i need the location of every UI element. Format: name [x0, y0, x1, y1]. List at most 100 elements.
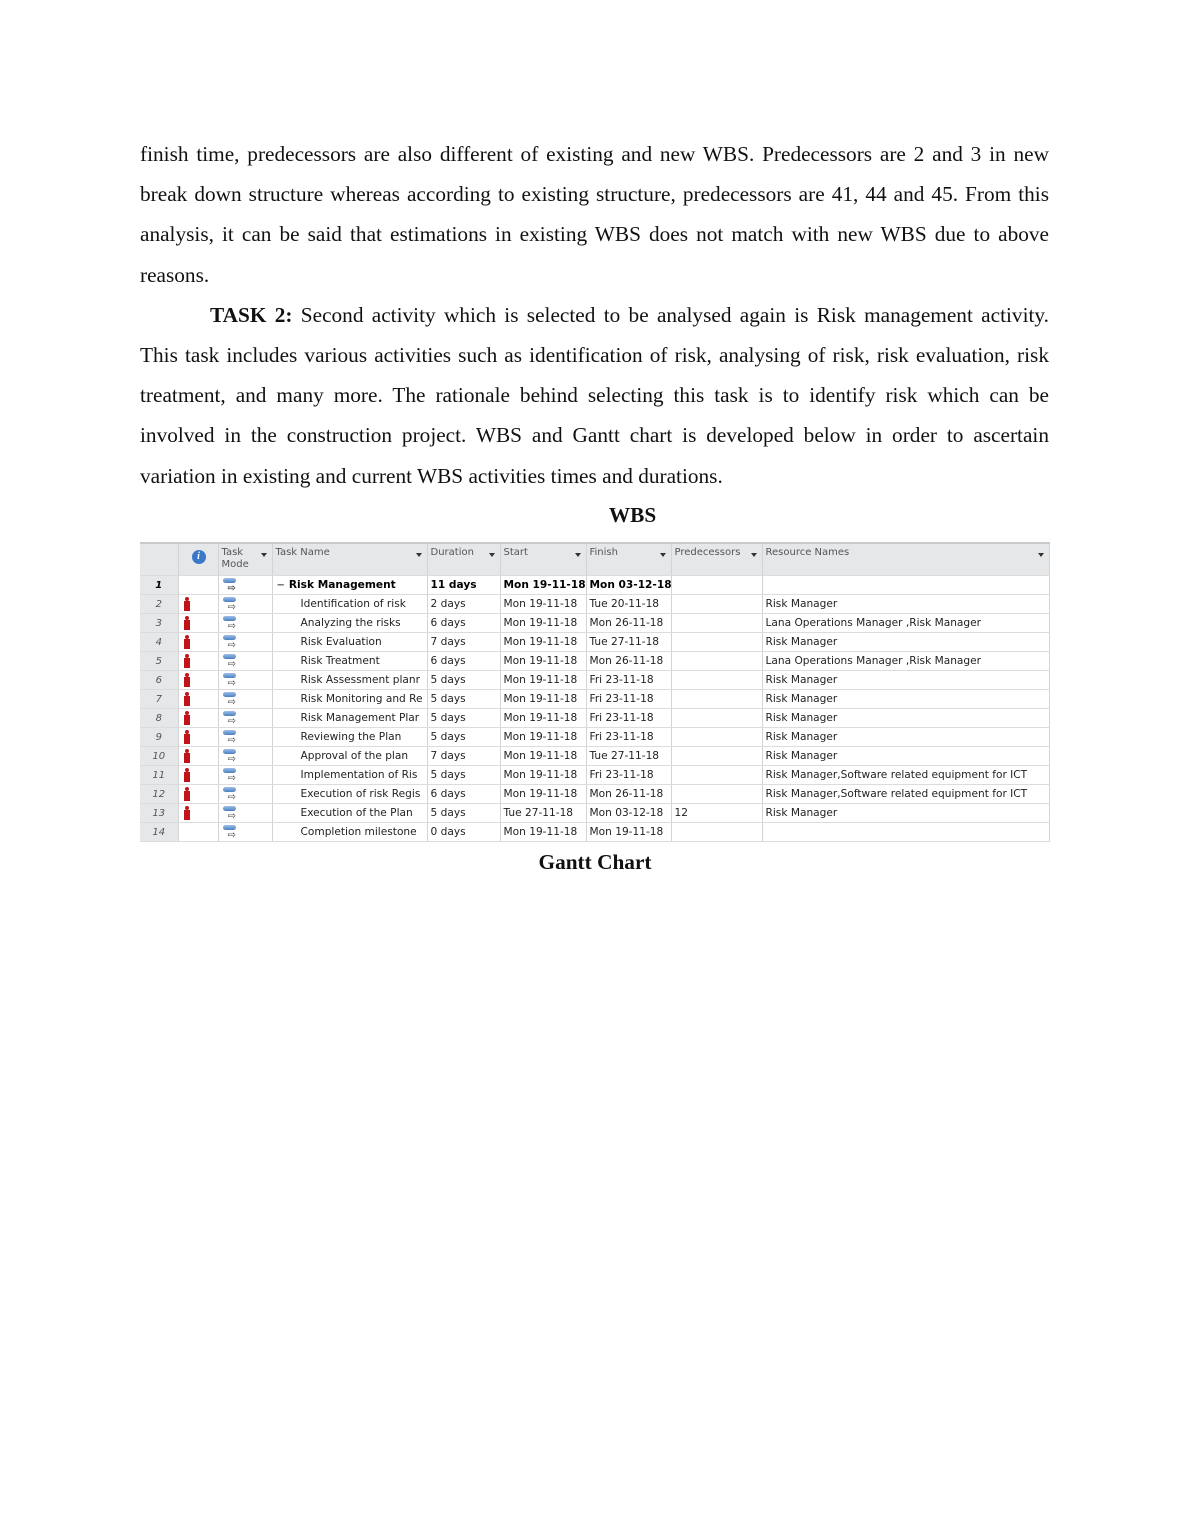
cell-task-name[interactable]: − Risk Management: [272, 575, 428, 595]
cell-row-id[interactable]: 2: [140, 594, 179, 614]
table-row[interactable]: 2 ⇨ Identification of risk 2 days Mon 19-11-…: [140, 594, 1050, 614]
cell-task-mode[interactable]: ⇨: [218, 727, 273, 747]
cell-task-name[interactable]: Risk Assessment planr: [272, 670, 428, 690]
cell-resource-names[interactable]: Lana Operations Manager ,Risk Manager: [762, 613, 1050, 633]
cell-predecessors[interactable]: [671, 765, 763, 785]
cell-task-name[interactable]: Approval of the plan: [272, 746, 428, 766]
cell-finish[interactable]: Fri 23-11-18: [586, 727, 672, 747]
cell-resource-names[interactable]: Risk Manager: [762, 803, 1050, 823]
cell-finish[interactable]: Mon 26-11-18: [586, 651, 672, 671]
cell-finish[interactable]: Tue 20-11-18: [586, 594, 672, 614]
cell-task-name[interactable]: Identification of risk: [272, 594, 428, 614]
cell-row-id[interactable]: 6: [140, 670, 179, 690]
cell-task-name[interactable]: Execution of the Plan: [272, 803, 428, 823]
cell-task-mode[interactable]: ⇨: [218, 746, 273, 766]
cell-task-mode[interactable]: ⇨: [218, 708, 273, 728]
cell-row-id[interactable]: 8: [140, 708, 179, 728]
cell-duration[interactable]: 2 days: [427, 594, 501, 614]
table-row[interactable]: 12 ⇨ Execution of risk Regis 6 days Mon 19-1…: [140, 784, 1050, 804]
header-resource-names[interactable]: Resource Names: [762, 542, 1050, 576]
cell-row-id[interactable]: 14: [140, 822, 179, 842]
cell-row-id[interactable]: 1: [140, 575, 179, 595]
cell-task-name[interactable]: Risk Treatment: [272, 651, 428, 671]
cell-task-mode[interactable]: ⇨: [218, 575, 273, 595]
cell-task-mode[interactable]: ⇨: [218, 670, 273, 690]
cell-duration[interactable]: 6 days: [427, 613, 501, 633]
header-indicators[interactable]: i: [178, 542, 219, 576]
cell-duration[interactable]: 6 days: [427, 651, 501, 671]
cell-resource-names[interactable]: [762, 575, 1050, 595]
cell-start[interactable]: Mon 19-11-18: [500, 746, 587, 766]
cell-finish[interactable]: Mon 03-12-18: [586, 575, 672, 595]
cell-resource-names[interactable]: Risk Manager: [762, 632, 1050, 652]
cell-start[interactable]: Mon 19-11-18: [500, 613, 587, 633]
cell-task-name[interactable]: Completion milestone: [272, 822, 428, 842]
table-row[interactable]: 10 ⇨ Approval of the plan 7 days Mon 19-11-1…: [140, 746, 1050, 766]
header-task-name[interactable]: Task Name: [272, 542, 428, 576]
cell-start[interactable]: Mon 19-11-18: [500, 765, 587, 785]
cell-start[interactable]: Mon 19-11-18: [500, 632, 587, 652]
chevron-down-icon[interactable]: [415, 553, 422, 557]
cell-duration[interactable]: 0 days: [427, 822, 501, 842]
cell-predecessors[interactable]: [671, 689, 763, 709]
chevron-down-icon[interactable]: [488, 553, 495, 557]
cell-predecessors[interactable]: [671, 727, 763, 747]
cell-row-id[interactable]: 4: [140, 632, 179, 652]
cell-row-id[interactable]: 5: [140, 651, 179, 671]
cell-resource-names[interactable]: Risk Manager,Software related equipment …: [762, 784, 1050, 804]
cell-finish[interactable]: Fri 23-11-18: [586, 670, 672, 690]
table-row[interactable]: 4 ⇨ Risk Evaluation 7 days Mon 19-11-18 Tue 2…: [140, 632, 1050, 652]
cell-start[interactable]: Mon 19-11-18: [500, 689, 587, 709]
header-task-mode[interactable]: Task Mode: [218, 542, 273, 576]
cell-task-name[interactable]: Implementation of Ris: [272, 765, 428, 785]
cell-duration[interactable]: 5 days: [427, 765, 501, 785]
cell-duration[interactable]: 5 days: [427, 708, 501, 728]
cell-duration[interactable]: 7 days: [427, 746, 501, 766]
cell-predecessors[interactable]: [671, 613, 763, 633]
chevron-down-icon[interactable]: [659, 553, 666, 557]
cell-duration[interactable]: 5 days: [427, 727, 501, 747]
table-row[interactable]: 1 ⇨ − Risk Management 11 days Mon 19-11-18 Mon…: [140, 575, 1050, 595]
header-finish[interactable]: Finish: [586, 542, 672, 576]
cell-duration[interactable]: 11 days: [427, 575, 501, 595]
cell-task-mode[interactable]: ⇨: [218, 613, 273, 633]
cell-task-mode[interactable]: ⇨: [218, 651, 273, 671]
table-row[interactable]: 11 ⇨ Implementation of Ris 5 days Mon 19-11-…: [140, 765, 1050, 785]
cell-task-mode[interactable]: ⇨: [218, 765, 273, 785]
cell-resource-names[interactable]: Risk Manager: [762, 746, 1050, 766]
cell-duration[interactable]: 5 days: [427, 670, 501, 690]
cell-predecessors[interactable]: [671, 575, 763, 595]
cell-predecessors[interactable]: [671, 708, 763, 728]
cell-row-id[interactable]: 12: [140, 784, 179, 804]
cell-task-name[interactable]: Analyzing the risks: [272, 613, 428, 633]
collapse-icon[interactable]: −: [277, 580, 285, 591]
cell-duration[interactable]: 6 days: [427, 784, 501, 804]
cell-finish[interactable]: Fri 23-11-18: [586, 689, 672, 709]
cell-finish[interactable]: Fri 23-11-18: [586, 765, 672, 785]
table-row[interactable]: 8 ⇨ Risk Management Plar 5 days Mon 19-11-18…: [140, 708, 1050, 728]
cell-start[interactable]: Mon 19-11-18: [500, 651, 587, 671]
chevron-down-icon[interactable]: [1037, 553, 1044, 557]
cell-task-name[interactable]: Execution of risk Regis: [272, 784, 428, 804]
cell-row-id[interactable]: 11: [140, 765, 179, 785]
cell-resource-names[interactable]: Risk Manager: [762, 727, 1050, 747]
cell-resource-names[interactable]: Risk Manager: [762, 594, 1050, 614]
cell-start[interactable]: Mon 19-11-18: [500, 594, 587, 614]
cell-resource-names[interactable]: Risk Manager: [762, 708, 1050, 728]
cell-task-name[interactable]: Risk Management Plar: [272, 708, 428, 728]
cell-row-id[interactable]: 3: [140, 613, 179, 633]
cell-duration[interactable]: 5 days: [427, 803, 501, 823]
cell-predecessors[interactable]: [671, 784, 763, 804]
cell-finish[interactable]: Mon 26-11-18: [586, 613, 672, 633]
table-row[interactable]: 3 ⇨ Analyzing the risks 6 days Mon 19-11-18 M…: [140, 613, 1050, 633]
cell-finish[interactable]: Fri 23-11-18: [586, 708, 672, 728]
cell-start[interactable]: Mon 19-11-18: [500, 670, 587, 690]
cell-row-id[interactable]: 9: [140, 727, 179, 747]
header-predecessors[interactable]: Predecessors: [671, 542, 763, 576]
table-row[interactable]: 6 ⇨ Risk Assessment planr 5 days Mon 19-11-1…: [140, 670, 1050, 690]
chevron-down-icon[interactable]: [574, 553, 581, 557]
cell-predecessors[interactable]: [671, 594, 763, 614]
cell-duration[interactable]: 7 days: [427, 632, 501, 652]
table-row[interactable]: 14 ⇨ Completion milestone 0 days Mon 19-11-1…: [140, 822, 1050, 842]
cell-task-mode[interactable]: ⇨: [218, 822, 273, 842]
